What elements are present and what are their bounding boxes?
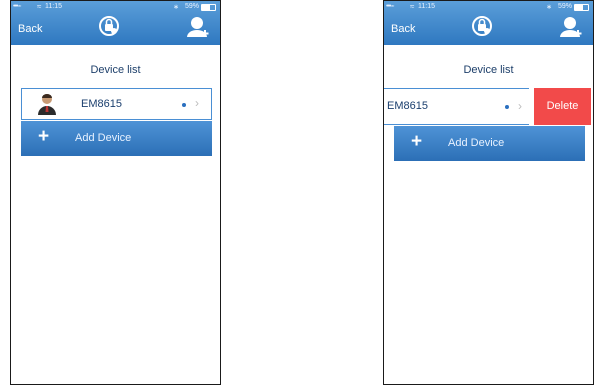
status-bar: •••◦◦ ≈ 11:15 ∗ 59% [386, 2, 591, 13]
device-lock-icon[interactable] [98, 15, 120, 37]
device-list-item-swiped: EM8615 › Delete [384, 88, 593, 125]
page-title: Device list [90, 64, 141, 76]
device-list-item[interactable]: EM8615 › [21, 88, 212, 120]
phone-screen-default: •••◦◦ ≈ 11:15 ∗ 59% Back Device list EM8… [10, 0, 221, 385]
battery-percentage: 59% [557, 3, 572, 10]
plus-icon: + [38, 126, 50, 147]
wifi-icon: ≈ [410, 2, 415, 11]
device-name: EM8615 [387, 100, 428, 112]
phone-screen-swiped: •••◦◦ ≈ 11:15 ∗ 59% Back Device list EM8… [383, 0, 594, 385]
battery-percentage: 59% [184, 3, 199, 10]
status-time: 11:15 [418, 3, 435, 10]
bluetooth-icon: ∗ [173, 4, 179, 11]
add-device-button[interactable]: + Add Device [21, 121, 212, 156]
back-button[interactable]: Back [18, 23, 42, 35]
add-device-label: Add Device [448, 137, 505, 149]
plus-icon: + [411, 131, 423, 152]
signal-strength: •••◦◦ [386, 3, 394, 10]
page-title: Device list [463, 64, 514, 76]
signal-strength: •••◦◦ [13, 3, 21, 10]
online-dot-icon [182, 103, 186, 107]
battery-icon [201, 4, 216, 11]
wifi-icon: ≈ [37, 2, 42, 11]
bluetooth-icon: ∗ [546, 4, 552, 11]
status-bar: •••◦◦ ≈ 11:15 ∗ 59% [13, 2, 218, 13]
navigation-bar: •••◦◦ ≈ 11:15 ∗ 59% Back [384, 1, 593, 45]
device-lock-icon[interactable] [471, 15, 493, 37]
status-time: 11:15 [45, 3, 62, 10]
device-name: EM8615 [81, 98, 122, 110]
device-list-item[interactable]: EM8615 › [384, 88, 529, 125]
add-user-icon[interactable] [186, 15, 210, 39]
navigation-bar: •••◦◦ ≈ 11:15 ∗ 59% Back [11, 1, 220, 45]
add-device-button[interactable]: + Add Device [394, 126, 585, 161]
add-device-label: Add Device [75, 132, 132, 144]
person-avatar-icon [38, 94, 56, 115]
chevron-right-icon: › [195, 96, 199, 110]
delete-button[interactable]: Delete [534, 88, 591, 125]
online-dot-icon [505, 105, 509, 109]
add-user-icon[interactable] [559, 15, 583, 39]
battery-icon [574, 4, 589, 11]
back-button[interactable]: Back [391, 23, 415, 35]
chevron-right-icon: › [518, 99, 522, 113]
